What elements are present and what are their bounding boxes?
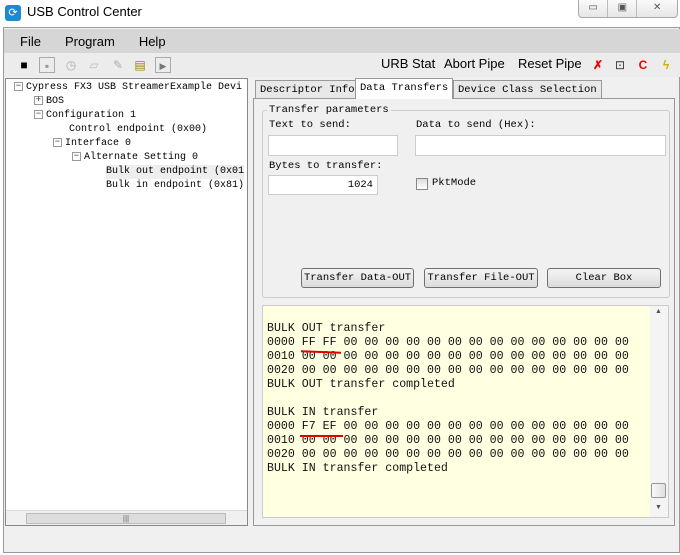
close-button[interactable]: ✕ [637,0,677,17]
bytes-to-transfer-input[interactable]: 1024 [268,175,378,195]
tree-node-bulk-in[interactable]: Bulk in endpoint (0x81) [106,179,244,193]
log-line: BULK OUT transfer [267,322,386,335]
minimize-button[interactable]: ▭ [579,0,609,17]
tab-device-class-selection[interactable]: Device Class Selection [453,80,602,99]
text-to-send-input[interactable] [268,135,398,156]
log-vertical-scrollbar[interactable]: ▲ ▼ [650,306,668,517]
disconnect-icon[interactable]: ✗ [590,57,606,73]
data-hex-label: Data to send (Hex): [416,119,536,131]
scroll-down-arrow-icon[interactable]: ▼ [655,504,662,511]
menu-file[interactable]: File [20,34,41,49]
power-icon[interactable]: ϟ [658,57,674,73]
tree-horizontal-scrollbar[interactable]: ||| [6,510,247,525]
folder-icon[interactable]: ▱ [86,57,102,73]
scrollbar-thumb[interactable] [651,483,666,498]
stop-icon[interactable]: ▪ [39,57,55,73]
tree-node-configuration[interactable]: − Configuration 1 [34,109,136,123]
tree-node-device[interactable]: − Cypress FX3 USB StreamerExample Devi [14,81,242,95]
play-icon[interactable]: ▶ [155,57,171,73]
red-underline-annotation [300,435,343,437]
timer-icon[interactable]: ◷ [63,57,79,73]
scroll-up-arrow-icon[interactable]: ▲ [655,308,662,315]
log-line: 0020 00 00 00 00 00 00 00 00 00 00 00 00… [267,364,629,377]
pktmode-checkbox[interactable] [416,178,428,190]
camera-icon[interactable]: ■ [16,57,32,73]
text-to-send-label: Text to send: [269,119,351,131]
maximize-button[interactable]: ▣ [608,0,638,17]
collapse-icon[interactable]: − [72,151,81,161]
reset-icon[interactable]: C [635,57,651,73]
collapse-icon[interactable]: − [34,109,43,119]
tree-node-bulk-out[interactable]: Bulk out endpoint (0x01 [106,165,245,179]
log-line: 0020 00 00 00 00 00 00 00 00 00 00 00 00… [267,448,629,461]
collapse-icon[interactable]: − [53,137,62,147]
group-title: Transfer parameters [267,104,391,116]
transfer-log[interactable]: BULK OUT transfer 0000 FF FF 00 00 00 00… [262,305,669,518]
tab-data-transfers[interactable]: Data Transfers [355,78,454,99]
clear-box-button[interactable]: Clear Box [547,268,661,288]
window-controls: ▭ ▣ ✕ [578,0,678,18]
device-tree: − Cypress FX3 USB StreamerExample Devi + B… [5,78,248,526]
tree-node-bos[interactable]: + BOS [34,95,64,109]
log-line: BULK OUT transfer completed [267,378,455,391]
tab-descriptor-info[interactable]: Descriptor Info [255,80,360,99]
tree-node-alt-setting[interactable]: − Alternate Setting 0 [72,151,198,165]
expand-icon[interactable]: + [34,95,43,105]
menu-program[interactable]: Program [65,34,115,49]
reset-pipe-button[interactable]: Reset Pipe [518,56,582,71]
tree-node-interface[interactable]: − Interface 0 [53,137,131,151]
menu-bar: File Program Help [4,29,680,53]
lock-icon[interactable]: ⊡ [612,57,628,73]
app-icon: ⟳ [5,5,21,21]
transfer-data-out-button[interactable]: Transfer Data-OUT [301,268,414,288]
menu-help[interactable]: Help [139,34,166,49]
tools-icon[interactable]: ✎ [110,57,126,73]
data-hex-input[interactable] [415,135,666,156]
log-line: 0000 F7 EF 00 00 00 00 00 00 00 00 00 00… [267,420,629,433]
abort-pipe-button[interactable]: Abort Pipe [444,56,505,71]
tree-node-control-endpoint[interactable]: Control endpoint (0x00) [69,123,207,137]
log-line: 0000 FF FF 00 00 00 00 00 00 00 00 00 00… [267,336,629,349]
pktmode-label: PktMode [432,177,477,189]
log-line: BULK IN transfer completed [267,462,448,475]
log-line: BULK IN transfer [267,406,379,419]
scrollbar-thumb[interactable]: ||| [26,513,226,524]
transfer-file-out-button[interactable]: Transfer File-OUT [424,268,538,288]
urb-stat-button[interactable]: URB Stat [381,56,435,71]
bytes-to-transfer-label: Bytes to transfer: [269,160,383,172]
script-icon[interactable]: ▤ [132,57,148,73]
window-title: USB Control Center [27,4,142,19]
collapse-icon[interactable]: − [14,81,23,91]
